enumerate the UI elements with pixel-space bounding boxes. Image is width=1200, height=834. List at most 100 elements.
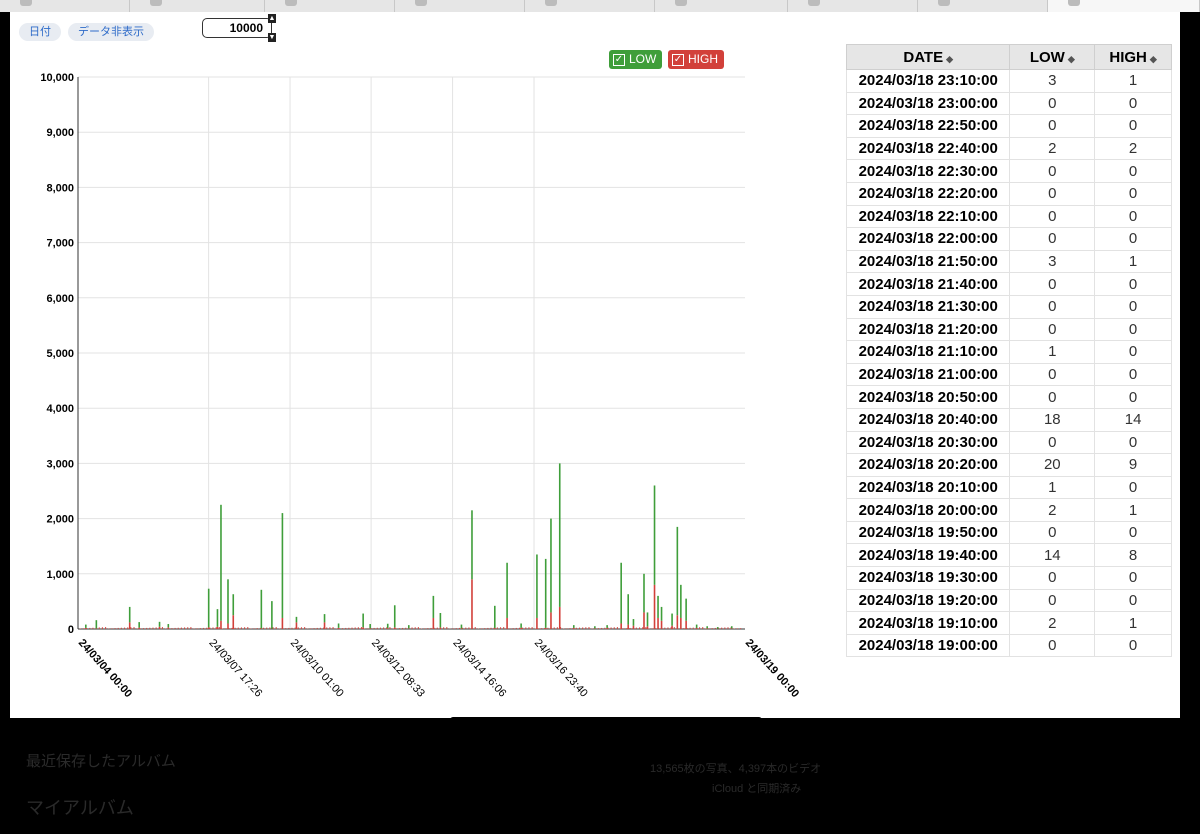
table-row[interactable]: 2024/03/18 21:40:00 0 0 <box>846 272 1172 296</box>
table-row[interactable]: 2024/03/18 19:30:00 0 0 <box>846 566 1172 590</box>
sort-icon: ◆ <box>946 53 954 64</box>
baseline-bar <box>127 627 129 629</box>
baseline-bar <box>724 627 726 629</box>
table-row[interactable]: 2024/03/18 22:20:00 0 0 <box>846 181 1172 206</box>
table-row[interactable]: 2024/03/18 20:50:00 0 0 <box>846 385 1172 409</box>
cell-low: 0 <box>1009 588 1096 613</box>
baseline-bar <box>304 626 306 629</box>
bar-high <box>550 612 552 629</box>
browser-tab[interactable] <box>655 0 788 12</box>
table-row[interactable]: 2024/03/18 22:00:00 0 0 <box>846 227 1172 251</box>
baseline-bar <box>642 627 644 629</box>
table-row[interactable]: 2024/03/18 21:20:00 0 0 <box>846 317 1172 342</box>
browser-tab[interactable] <box>395 0 525 12</box>
table-row[interactable]: 2024/03/18 19:20:00 0 0 <box>846 588 1172 613</box>
baseline-bar <box>206 627 208 629</box>
table-row[interactable]: 2024/03/18 22:40:00 2 2 <box>846 136 1172 161</box>
table-row[interactable]: 2024/03/18 22:50:00 0 0 <box>846 114 1172 138</box>
baseline-bar <box>509 628 511 629</box>
baseline-bar <box>499 627 502 629</box>
baseline-bar <box>490 627 492 629</box>
baseline-bar <box>326 627 328 629</box>
table-row[interactable]: 2024/03/18 19:50:00 0 0 <box>846 520 1172 545</box>
bar-low <box>627 594 629 625</box>
browser-tab[interactable] <box>918 0 1048 12</box>
browser-tab-strip <box>0 0 1200 12</box>
table-row[interactable]: 2024/03/18 22:30:00 0 0 <box>846 159 1172 183</box>
baseline-bar <box>383 627 385 629</box>
bar-low <box>594 626 596 629</box>
baseline-bar <box>146 627 148 629</box>
baseline-bar <box>335 628 337 629</box>
table-row[interactable]: 2024/03/18 21:00:00 0 0 <box>846 362 1172 387</box>
data-table-scroll[interactable]: DATE ◆ LOW ◆ HIGH ◆ 2024/03/18 23:10:00 3 1 20… <box>846 44 1172 684</box>
baseline-bar <box>733 628 735 629</box>
table-row[interactable]: 2024/03/18 20:30:00 0 0 <box>846 430 1172 455</box>
table-row[interactable]: 2024/03/18 19:10:00 2 1 <box>846 611 1172 635</box>
table-row[interactable]: 2024/03/18 22:10:00 0 0 <box>846 204 1172 229</box>
table-row[interactable]: 2024/03/18 21:50:00 3 1 <box>846 249 1172 274</box>
baseline-bar <box>300 627 303 629</box>
table-row[interactable]: 2024/03/18 19:00:00 0 0 <box>846 633 1172 658</box>
baseline-bar <box>111 628 113 629</box>
baseline-bar <box>316 627 318 629</box>
bar-high <box>620 623 622 629</box>
table-row[interactable]: 2024/03/18 19:40:00 14 8 <box>846 543 1172 568</box>
baseline-bar <box>225 628 227 629</box>
cell-low: 3 <box>1009 69 1096 93</box>
browser-tab[interactable] <box>525 0 655 12</box>
cell-date: 2024/03/18 20:50:00 <box>846 385 1011 409</box>
cell-low: 18 <box>1009 407 1096 432</box>
bar-high <box>536 617 538 629</box>
bar-low <box>460 624 463 629</box>
baseline-bar <box>184 627 186 629</box>
baseline-bar <box>420 628 423 629</box>
browser-tab[interactable] <box>0 0 130 12</box>
browser-tab[interactable] <box>130 0 265 12</box>
baseline-bar <box>367 628 369 629</box>
baseline-bar <box>534 628 536 629</box>
baseline-bar <box>114 628 116 629</box>
browser-tab[interactable] <box>265 0 395 12</box>
bar-high <box>432 617 435 629</box>
cell-high: 0 <box>1094 340 1172 364</box>
table-row[interactable]: 2024/03/18 20:20:00 20 9 <box>846 453 1172 477</box>
baseline-bar <box>635 627 637 629</box>
y-tick-label: 3,000 <box>46 458 74 470</box>
cell-high: 0 <box>1094 633 1172 658</box>
bar-high <box>260 628 263 629</box>
baseline-bar <box>212 627 214 629</box>
column-header-date[interactable]: DATE ◆ <box>846 44 1011 70</box>
baseline-bar <box>638 627 641 629</box>
bar-low <box>653 485 656 585</box>
baseline-bar <box>430 627 432 629</box>
tab-favicon-icon <box>545 0 557 6</box>
baseline-bar <box>92 627 94 629</box>
bar-low <box>232 594 235 616</box>
browser-tab[interactable] <box>788 0 918 12</box>
table-row[interactable]: 2024/03/18 21:10:00 1 0 <box>846 340 1172 364</box>
cell-high: 1 <box>1094 498 1172 522</box>
table-row[interactable]: 2024/03/18 21:30:00 0 0 <box>846 294 1172 319</box>
column-header-low[interactable]: LOW ◆ <box>1009 44 1096 70</box>
x-tick-label: 24/03/07 17:26 <box>206 637 264 700</box>
table-row[interactable]: 2024/03/18 23:00:00 0 0 <box>846 91 1172 116</box>
baseline-bar <box>537 628 539 629</box>
baseline-bar <box>705 628 707 629</box>
baseline-bar <box>221 628 224 629</box>
table-row[interactable]: 2024/03/18 20:00:00 2 1 <box>846 498 1172 522</box>
table-row[interactable]: 2024/03/18 23:10:00 3 1 <box>846 69 1172 93</box>
bar-low <box>323 614 326 623</box>
baseline-bar <box>702 627 704 629</box>
table-row[interactable]: 2024/03/18 20:40:00 18 14 <box>846 407 1172 432</box>
bar-high <box>657 617 659 629</box>
browser-tab-active[interactable] <box>1048 0 1200 12</box>
baseline-bar <box>187 627 189 629</box>
table-row[interactable]: 2024/03/18 20:10:00 1 0 <box>846 475 1172 500</box>
cell-high: 0 <box>1094 475 1172 500</box>
bar-high <box>386 628 389 629</box>
column-header-high[interactable]: HIGH ◆ <box>1094 44 1172 70</box>
bar-low <box>660 606 663 621</box>
baseline-bar <box>202 627 205 629</box>
sort-icon: ◆ <box>1067 53 1075 64</box>
